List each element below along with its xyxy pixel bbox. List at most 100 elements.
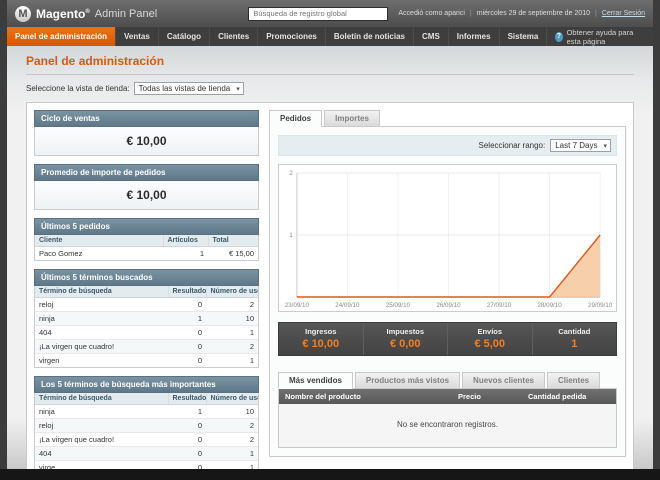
grid-tabs: Más vendidos Productos más vistos Nuevos… [278,372,617,389]
total-value: 1 [571,338,578,350]
range-select[interactable]: Last 7 Days ▾ [550,139,611,152]
svg-text:1: 1 [289,232,293,239]
lifetime-sales-box: Ciclo de ventas € 10,00 [34,110,259,156]
cell-term: ninja [35,311,168,326]
tab-most-viewed[interactable]: Productos más vistos [354,372,461,389]
column-header-product-name: Nombre del producto [285,392,361,401]
svg-text:26/09/10: 26/09/10 [436,302,461,309]
cell-results: 0 [197,356,202,365]
nav-item-catalog[interactable]: Catálogo [159,27,211,46]
last-search-terms-table: Término de búsqueda Resultados Número de… [34,286,259,368]
total-revenue: Ingresos € 10,00 [279,323,363,355]
totals-bar: Ingresos € 10,00 Impuestos € 0,00 Envíos… [278,322,617,356]
column-header-items: Artículos [163,235,209,247]
cell-uses: 1 [249,356,254,365]
products-grid-header: Nombre del producto Precio Cantidad pedi… [279,389,616,404]
column-header-uses: Número de usos [206,393,258,405]
nav-item-dashboard[interactable]: Panel de administración [7,27,117,46]
tab-orders[interactable]: Pedidos [269,110,323,127]
cell-results: 0 [168,325,206,340]
last-orders-title: Últimos 5 pedidos [34,218,259,235]
lifetime-sales-value: € 10,00 [34,127,259,156]
top-search-terms-box: Los 5 términos de búsqueda más important… [34,376,259,469]
page-help-link[interactable]: ? Obtener ayuda para esta página [547,27,653,46]
cell-uses: 1 [249,463,254,469]
nav-item-cms[interactable]: CMS [414,27,449,46]
nav-item-sales[interactable]: Ventas [116,27,159,46]
svg-text:2: 2 [289,170,293,177]
logged-in-as-text: Accedió como aparici [398,10,465,17]
app-title-text: Magento [36,6,86,21]
dashboard-sidebar: Ciclo de ventas € 10,00 Promedio de impo… [34,110,259,469]
table-row[interactable]: ¡La virgen que cuadro! 0 2 [35,339,258,354]
tab-customers[interactable]: Clientes [546,372,601,389]
chevron-down-icon: ▾ [603,142,607,150]
tab-new-customers[interactable]: Nuevos clientes [462,372,545,389]
help-icon: ? [555,31,563,42]
svg-text:29/09/10: 29/09/10 [588,302,613,309]
cell-uses: 10 [206,404,258,419]
content-area: Panel de administración Seleccione la vi… [7,46,653,469]
cell-results: 0 [168,418,206,433]
table-row[interactable]: ¡La virgen que cuadro! 0 2 [35,432,258,447]
table-row[interactable]: Paco Gomez 1 € 15,00 [35,247,258,261]
svg-text:23/09/10: 23/09/10 [285,302,310,309]
svg-text:24/09/10: 24/09/10 [335,302,360,309]
table-row[interactable]: virgen 0 1 [35,354,258,368]
column-header-customer: Cliente [35,235,164,247]
cell-term: ninja [35,404,168,419]
table-row[interactable]: reloj 0 2 [35,297,258,312]
svg-text:28/09/10: 28/09/10 [537,302,562,309]
lifetime-sales-title: Ciclo de ventas [34,110,259,127]
cell-uses: 2 [206,418,258,433]
app-title: Magento® [36,7,90,21]
dashboard-main: Pedidos Importes Seleccionar rango: Last… [269,110,626,469]
last-orders-table: Cliente Artículos Total Paco Gomez 1 € 1… [34,235,259,261]
cell-uses: 1 [206,446,258,461]
store-switcher-label: Seleccione la vista de tienda: [26,84,130,93]
cell-results: 1 [168,311,206,326]
tab-bestsellers[interactable]: Más vendidos [278,372,353,389]
cell-uses: 1 [206,325,258,340]
total-label: Envíos [477,327,503,336]
table-row[interactable]: 404 0 1 [35,325,258,340]
global-search-input[interactable] [248,6,389,21]
table-row[interactable]: ninja 1 10 [35,404,258,419]
products-grid: Nombre del producto Precio Cantidad pedi… [278,388,617,448]
column-header-term: Término de búsqueda [35,286,169,298]
total-value: € 5,00 [474,338,506,350]
average-orders-title: Promedio de importe de pedidos [34,164,259,181]
total-value: € 0,00 [389,338,421,350]
nav-item-newsletter[interactable]: Boletín de noticias [326,27,414,46]
last-orders-box: Últimos 5 pedidos Cliente Artículos Tota… [34,218,259,261]
svg-text:25/09/10: 25/09/10 [386,302,411,309]
magento-logo-icon: M [15,5,31,22]
cell-uses: 2 [206,432,258,447]
empty-records-message: No se encontraron registros. [397,420,498,429]
total-tax: Impuestos € 0,00 [362,323,448,355]
cell-results: 0 [168,297,206,312]
table-row[interactable]: virge 0 1 [35,461,258,469]
average-orders-box: Promedio de importe de pedidos € 10,00 [34,164,259,210]
svg-text:27/09/10: 27/09/10 [487,302,512,309]
logout-link[interactable]: Cerrar Sesión [602,10,645,17]
cell-uses: 2 [206,339,258,354]
cell-uses: 2 [206,297,258,312]
cell-term: 404 [35,325,168,340]
user-info: Accedió como aparici | miércoles 29 de s… [398,10,645,17]
store-view-select[interactable]: Todas las vistas de tienda ▾ [133,82,244,95]
table-row[interactable]: 404 0 1 [35,446,258,461]
title-divider [26,74,634,75]
nav-item-customers[interactable]: Clientes [210,27,259,46]
nav-item-reports[interactable]: Informes [449,27,500,46]
cell-results: 0 [168,432,206,447]
tab-amounts[interactable]: Importes [324,110,380,127]
total-label: Ingresos [305,327,337,336]
table-row[interactable]: ninja 1 10 [35,311,258,326]
range-selector-label: Seleccionar rango: [478,141,546,150]
nav-item-promotions[interactable]: Promociones [258,27,326,46]
top-header: M Magento® Admin Panel Accedió como apar… [7,0,653,27]
nav-item-system[interactable]: Sistema [500,27,548,46]
cell-customer: Paco Gomez [39,249,83,258]
table-row[interactable]: reloj 0 2 [35,418,258,433]
